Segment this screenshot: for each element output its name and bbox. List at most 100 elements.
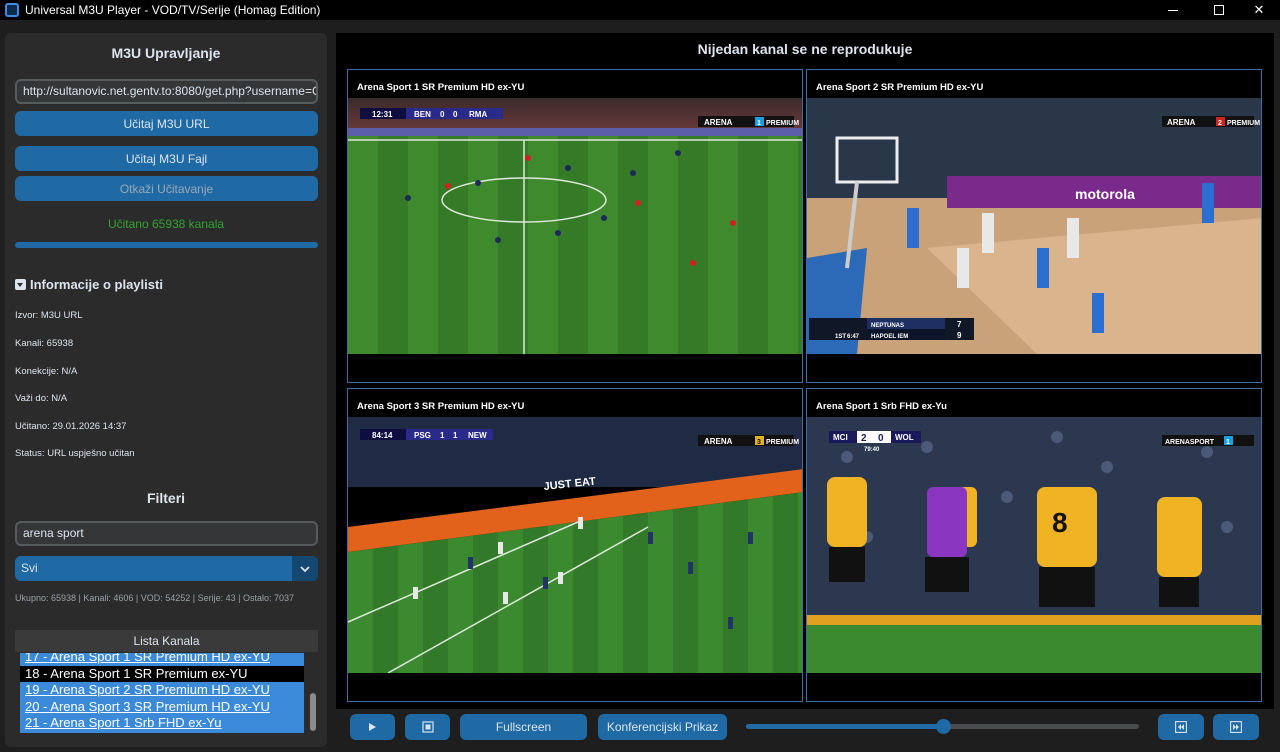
channel-number: 1 <box>1226 439 1230 446</box>
channel-list-item[interactable]: 21 - Arena Sport 1 Srb FHD ex-Yu <box>20 715 304 732</box>
load-m3u-file-button[interactable]: Učitaj M3U Fajl <box>15 146 318 171</box>
window-title: Universal M3U Player - VOD/TV/Serije (Ho… <box>25 3 321 17</box>
play-icon <box>369 723 376 731</box>
stop-button[interactable] <box>405 714 450 740</box>
scoreboard-away-score: 9 <box>957 331 962 340</box>
home-team: MCI <box>833 433 848 442</box>
home-score: 1 <box>440 431 445 440</box>
video-frame[interactable]: 8 MCI 2 0 WOL 79:40 ARENASPORT 1 <box>807 417 1261 673</box>
next-icon <box>1230 721 1242 733</box>
away-score: 0 <box>453 110 458 119</box>
channel-tag: PREMIUM <box>1227 120 1260 127</box>
channel-list-item[interactable]: 20 - Arena Sport 3 SR Premium HD ex-YU <box>20 699 304 716</box>
video-tile-2[interactable]: Arena Sport 2 SR Premium HD ex-YU motoro… <box>806 69 1262 383</box>
tile-label: Arena Sport 2 SR Premium HD ex-YU <box>816 82 984 93</box>
search-input[interactable]: arena sport <box>15 521 318 546</box>
minimize-icon <box>1168 9 1178 11</box>
playback-controls: Fullscreen Konferencijski Prikaz <box>336 709 1274 747</box>
channel-list[interactable]: 17 - Arena Sport 1 SR Premium HD ex-YU 18… <box>20 653 304 733</box>
info-valid-until: Važi do: N/A <box>15 393 68 404</box>
fullscreen-button[interactable]: Fullscreen <box>460 714 587 740</box>
previous-button[interactable] <box>1158 714 1204 740</box>
filters-title: Filteri <box>146 490 186 506</box>
close-icon: ✕ <box>1253 2 1265 17</box>
away-team: WOL <box>895 433 914 442</box>
content-stats: Ukupno: 65938 | Kanali: 4606 | VOD: 5425… <box>15 593 295 603</box>
video-frame[interactable]: 12:31 BEN 0 0 RMA ARENA 1 PREMIUM <box>348 98 802 354</box>
info-connections: Konekcije: N/A <box>15 366 78 377</box>
window-titlebar: Universal M3U Player - VOD/TV/Serije (Ho… <box>0 0 1280 20</box>
channel-number: 1 <box>757 120 761 127</box>
home-score: 0 <box>440 110 445 119</box>
category-selected-value: Svi <box>21 561 38 575</box>
chevron-down-icon[interactable] <box>292 556 318 581</box>
info-source: Izvor: M3U URL <box>15 310 83 321</box>
category-select[interactable]: Svi <box>15 556 318 581</box>
minimize-button[interactable] <box>1150 0 1196 20</box>
channel-list-header: Lista Kanala <box>15 630 318 652</box>
tile-label: Arena Sport 1 Srb FHD ex-Yu <box>816 401 947 412</box>
volume-slider[interactable] <box>746 719 1139 734</box>
loading-progress-bar <box>15 242 318 248</box>
conference-view-button[interactable]: Konferencijski Prikaz <box>598 714 727 740</box>
channel-tag: PREMIUM <box>766 439 799 446</box>
scoreboard-period: 1ST <box>835 334 846 340</box>
scoreboard-home-score: 7 <box>957 320 962 329</box>
sidebar-panel: M3U Upravljanje http://sultanovic.net.ge… <box>5 33 327 747</box>
volume-slider-handle[interactable] <box>935 719 951 734</box>
channel-number: 2 <box>1218 120 1222 127</box>
channel-brand: ARENA <box>704 437 733 446</box>
playlist-info-title: Informacije o playlisti <box>30 277 163 292</box>
channel-list-item[interactable]: 18 - Arena Sport 1 SR Premium ex-YU <box>20 665 304 682</box>
app-icon <box>5 3 19 17</box>
video-area: Nijedan kanal se ne reprodukuje Arena Sp… <box>336 33 1274 709</box>
video-frame[interactable]: motorola ARENA 2 PREMIUM NEPTUNAS HAPOEL… <box>807 98 1261 354</box>
scrollbar-thumb[interactable] <box>310 693 316 731</box>
m3u-url-input[interactable]: http://sultanovic.net.gentv.to:8080/get.… <box>15 79 318 104</box>
away-score: 1 <box>453 431 458 440</box>
home-score: 2 <box>861 433 867 444</box>
video-tile-3[interactable]: Arena Sport 3 SR Premium HD ex-YU JUST E… <box>347 388 803 702</box>
channel-brand: ARENA <box>1167 118 1196 127</box>
stop-icon <box>421 721 434 733</box>
clock-text: 12:31 <box>372 110 393 119</box>
home-team: BEN <box>414 110 431 119</box>
channel-brand: ARENASPORT <box>1165 439 1215 446</box>
channel-list-scrollbar[interactable] <box>307 653 319 735</box>
court-ad-text: motorola <box>1075 186 1135 202</box>
progress-fill <box>15 242 318 248</box>
video-frame[interactable]: JUST EAT 84:14 PSG 1 1 NEW ARENA 3 PREMI… <box>348 417 802 673</box>
now-playing-title: Nijedan kanal se ne reprodukuje <box>697 41 913 57</box>
shirt-number: 8 <box>1052 507 1068 538</box>
channel-list-item[interactable]: 17 - Arena Sport 1 SR Premium HD ex-YU <box>20 653 304 666</box>
next-button[interactable] <box>1213 714 1259 740</box>
info-channels: Kanali: 65938 <box>15 338 74 349</box>
collapse-arrow-icon[interactable] <box>15 279 26 290</box>
channel-brand: ARENA <box>704 118 733 127</box>
m3u-section-title: M3U Upravljanje <box>111 45 221 61</box>
away-score: 0 <box>878 433 884 444</box>
scoreboard-away: HAPOEL IEM <box>871 334 908 340</box>
channel-list-item[interactable]: 19 - Arena Sport 2 SR Premium HD ex-YU <box>20 682 304 699</box>
tile-label: Arena Sport 3 SR Premium HD ex-YU <box>357 401 525 412</box>
video-tile-1[interactable]: Arena Sport 1 SR Premium HD ex-YU 12:31 … <box>347 69 803 383</box>
clock-text: 79:40 <box>864 447 880 453</box>
play-button[interactable] <box>350 714 395 740</box>
load-m3u-url-button[interactable]: Učitaj M3U URL <box>15 111 318 136</box>
scoreboard-time: 6:47 <box>847 334 860 340</box>
video-tile-4[interactable]: Arena Sport 1 Srb FHD ex-Yu 8 MCI 2 0 WO… <box>806 388 1262 702</box>
home-team: PSG <box>414 431 431 440</box>
loaded-status: Učitano 65938 kanala <box>107 217 225 231</box>
away-team: RMA <box>469 110 487 119</box>
away-team: NEW <box>468 431 487 440</box>
close-button[interactable]: ✕ <box>1236 0 1280 20</box>
info-status: Status: URL uspješno učitan <box>15 448 135 459</box>
info-loaded-at: Učitano: 29.01.2026 14:37 <box>15 421 127 432</box>
playlist-info-heading: Informacije o playlisti <box>15 277 163 292</box>
tile-label: Arena Sport 1 SR Premium HD ex-YU <box>357 82 525 93</box>
cancel-loading-button[interactable]: Otkaži Učitavanje <box>15 176 318 201</box>
channel-tag: PREMIUM <box>766 120 799 127</box>
volume-slider-fill <box>746 724 943 729</box>
scoreboard-home: NEPTUNAS <box>871 323 904 329</box>
maximize-icon <box>1214 5 1224 15</box>
